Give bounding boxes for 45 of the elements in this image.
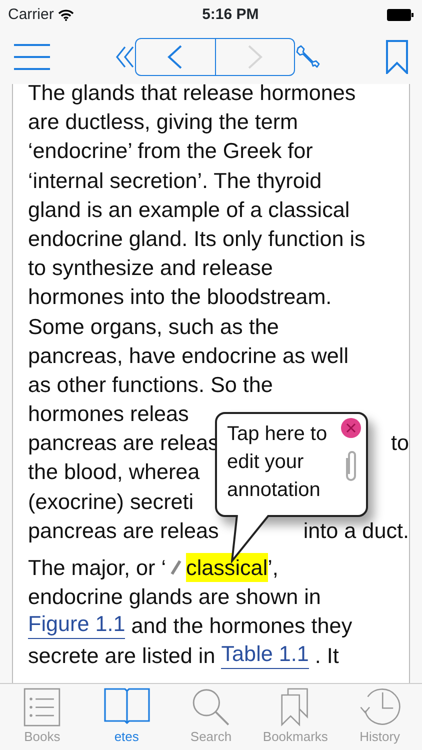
link[interactable]: Figure 1.1 — [28, 611, 126, 640]
text-line: secrete are listed in — [28, 642, 216, 670]
link[interactable]: Table 1.1 — [221, 640, 309, 669]
highlighted-text: classical — [186, 553, 268, 582]
text-line: hormones into the bloodstream. — [28, 283, 332, 312]
pencil-icon[interactable] — [170, 560, 182, 576]
tab[interactable]: Search — [168, 684, 254, 750]
text-line: the blood, wherea — [28, 458, 200, 486]
text-line: pancreas, have endocrine as well — [28, 342, 349, 370]
text-line: . It — [314, 642, 339, 670]
tab[interactable]: Bookmarks — [253, 684, 338, 750]
tab[interactable]: History — [338, 684, 422, 750]
text-line: are ductless, giving the term — [28, 108, 298, 136]
text-line: The glands that release hormones — [28, 79, 356, 107]
text-line: (exocrine) secreti — [28, 488, 194, 516]
close-icon[interactable] — [340, 417, 362, 439]
text-line: to synthesize and release — [28, 254, 273, 282]
wifi-icon — [58, 9, 74, 21]
text-line: to — [390, 429, 409, 458]
book-icon — [104, 688, 150, 724]
text-line: gland is an example of a classical — [28, 196, 350, 224]
menu-icon[interactable] — [14, 43, 50, 71]
annotation-popup[interactable]: Tap here to edit your annotation — [215, 412, 368, 517]
list-icon — [22, 688, 62, 726]
tab[interactable]: etes — [84, 684, 169, 750]
text-line: and the hormones they — [130, 612, 352, 640]
text-line: endocrine gland. Its only function is — [28, 224, 366, 253]
text-line: ‘endocrine’ from the Greek for — [28, 137, 313, 166]
text-line: ’, — [268, 554, 278, 582]
tab[interactable]: Books — [0, 684, 84, 750]
carrier-name: Carrier — [8, 4, 54, 25]
text-line: The major, or ‘ — [28, 554, 166, 582]
text-line: as other functions. So the — [28, 370, 273, 399]
text-line: endocrine glands are shown in — [28, 583, 321, 612]
bookmark-icon[interactable] — [386, 40, 408, 74]
wrench-icon[interactable] — [295, 44, 321, 70]
status-time: 5:16 PM — [202, 4, 259, 25]
text-line: hormones releas — [28, 400, 189, 428]
battery-icon — [386, 9, 414, 21]
text-line: ‘internal secretion’. The thyroid — [28, 166, 322, 195]
text-line: pancreas are releas — [28, 516, 219, 545]
text-line: Some organs, such as the — [28, 312, 279, 340]
popup-text: Tap here to edit your annotation — [227, 422, 328, 503]
double-chevron-icon[interactable] — [115, 46, 135, 68]
text-line: into a duct. — [303, 516, 409, 545]
